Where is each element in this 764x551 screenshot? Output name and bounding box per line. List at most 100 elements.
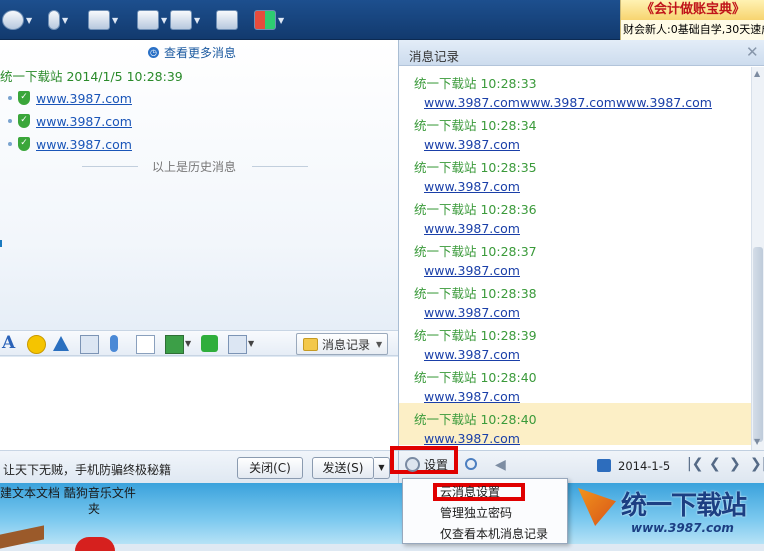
record-link[interactable]: www.3987.comwww.3987.comwww.3987.com	[424, 95, 712, 110]
chevron-down-icon: ▼	[161, 15, 168, 25]
record-item: 统一下载站 10:28:37 www.3987.com	[399, 235, 751, 278]
settings-button[interactable]: 设置	[405, 456, 448, 473]
monitor-icon	[170, 10, 192, 30]
file-button[interactable]: ▼	[88, 8, 118, 32]
record-link[interactable]: www.3987.com	[424, 179, 520, 194]
message-record-label: 消息记录	[322, 337, 371, 352]
chevron-down-icon: ▼	[194, 15, 201, 25]
menu-item-local-records[interactable]: 仅查看本机消息记录	[440, 524, 548, 544]
chevron-down-icon[interactable]: ▼	[185, 339, 191, 348]
history-link[interactable]: www.3987.com	[36, 91, 132, 106]
chevron-down-icon[interactable]: ▼	[248, 339, 254, 348]
view-more-messages-label: 查看更多消息	[164, 45, 237, 60]
record-sender: 统一下载站 10:28:39	[414, 328, 537, 343]
record-item: 统一下载站 10:28:35 www.3987.com	[399, 151, 751, 194]
record-list: 统一下载站 10:28:33 www.3987.comwww.3987.comw…	[399, 67, 751, 450]
screen-icon	[216, 10, 238, 30]
record-sender: 统一下载站 10:28:33	[414, 76, 537, 91]
record-link[interactable]: www.3987.com	[424, 263, 520, 278]
menu-item-manage-password[interactable]: 管理独立密码	[440, 503, 512, 523]
record-item: 统一下载站 10:28:36 www.3987.com	[399, 193, 751, 236]
gift-icon[interactable]	[201, 335, 218, 352]
record-link[interactable]: www.3987.com	[424, 221, 520, 236]
calendar-icon[interactable]	[597, 459, 611, 472]
record-item: 统一下载站 10:28:34 www.3987.com	[399, 109, 751, 152]
desktop-icon[interactable]	[75, 537, 115, 551]
history-separator-label: 以上是历史消息	[152, 160, 237, 174]
screenshot-icon[interactable]	[228, 335, 247, 354]
scroll-up-icon[interactable]: ▲	[754, 69, 760, 78]
apps-button[interactable]: ▼	[254, 8, 284, 32]
record-link[interactable]: www.3987.com	[424, 389, 520, 404]
record-sender: 统一下载站 10:28:36	[414, 202, 537, 217]
last-page-icon[interactable]: ❯|	[750, 456, 764, 472]
record-sender: 统一下载站 10:28:38	[414, 286, 537, 301]
note-icon[interactable]	[136, 335, 155, 354]
chevron-down-icon: ▼	[62, 15, 69, 25]
shield-icon: ✓	[18, 114, 30, 128]
chevron-down-icon: ▼	[278, 15, 285, 25]
prev-page-icon[interactable]: ❮	[709, 456, 721, 472]
scroll-down-icon[interactable]: ▼	[754, 437, 760, 446]
video-icon[interactable]	[80, 335, 99, 354]
font-icon[interactable]: A	[2, 335, 19, 352]
speaker-icon[interactable]: ◀	[495, 458, 509, 472]
watermark-url: www.3987.com	[631, 521, 734, 535]
voice-button[interactable]: ▼	[48, 8, 68, 32]
message-button[interactable]: ▼	[137, 8, 167, 32]
close-button[interactable]: 关闭(C)	[237, 457, 303, 479]
message-input[interactable]	[0, 357, 398, 450]
ad-slogan[interactable]: 让天下无贼，手机防骗终极秘籍	[3, 461, 171, 478]
record-link[interactable]: www.3987.com	[424, 137, 520, 152]
record-sender: 统一下载站 10:28:40	[414, 412, 537, 427]
record-item: 统一下载站 10:28:33 www.3987.comwww.3987.comw…	[399, 67, 751, 110]
close-icon[interactable]: ✕	[746, 43, 759, 61]
menu-item-cloud-settings[interactable]: 云消息设置	[440, 482, 500, 502]
date-label[interactable]: 2014-1-5	[618, 459, 670, 473]
ad-subtitle: 财会新人:0基础自学,30天速成	[623, 23, 764, 36]
history-link[interactable]: www.3987.com	[36, 114, 132, 129]
watermark-title: 统一下载站	[621, 491, 747, 521]
record-sender: 统一下载站 10:28:37	[414, 244, 537, 259]
history-item: ✓ www.3987.com	[8, 134, 132, 154]
search-icon[interactable]	[465, 458, 477, 470]
message-record-button[interactable]: 消息记录 ▼	[296, 333, 388, 355]
history-separator: 以上是历史消息	[82, 158, 308, 174]
scrollbar-thumb[interactable]	[753, 247, 763, 442]
gear-icon	[405, 457, 420, 472]
emoji-icon[interactable]	[27, 335, 46, 354]
history-item: ✓ www.3987.com	[8, 111, 132, 131]
status-button[interactable]: ▼	[2, 8, 32, 32]
voice-message-icon[interactable]	[110, 335, 118, 352]
record-link[interactable]: www.3987.com	[424, 431, 520, 446]
bullet-icon	[8, 119, 12, 123]
next-page-icon[interactable]: ❯	[729, 456, 741, 472]
chevron-down-icon: ▼	[378, 463, 385, 472]
view-more-messages-link[interactable]: ◷ 查看更多消息	[148, 43, 236, 61]
send-button[interactable]: 发送(S)	[312, 457, 374, 479]
record-sender: 统一下载站 10:28:35	[414, 160, 537, 175]
watermark: 统一下载站 www.3987.com	[575, 483, 764, 544]
shake-icon[interactable]	[53, 336, 69, 351]
desktop-icon-labels[interactable]: 建文本文档 酷狗音乐文件	[0, 484, 136, 501]
record-link[interactable]: www.3987.com	[424, 305, 520, 320]
send-options-button[interactable]: ▼	[374, 457, 390, 479]
settings-menu: 云消息设置 管理独立密码 仅查看本机消息记录	[402, 478, 568, 544]
record-link[interactable]: www.3987.com	[424, 347, 520, 362]
share-screen-button[interactable]	[216, 8, 238, 32]
ad-banner[interactable]: 《会计做账宝典》 财会新人:0基础自学,30天速成	[620, 0, 764, 40]
record-item-selected[interactable]: 统一下载站 10:28:40 www.3987.com	[399, 403, 751, 446]
desktop-icon-label-wrap: 夹	[88, 502, 101, 516]
chat-bubble-icon	[303, 337, 318, 351]
record-sender: 统一下载站 10:28:34	[414, 118, 537, 133]
record-scrollbar[interactable]: ▲ ▼	[751, 67, 764, 450]
remote-button[interactable]: ▼	[170, 8, 200, 32]
apps-icon	[254, 10, 276, 30]
clock-icon: ◷	[148, 46, 159, 58]
panel-title: 消息记录	[409, 49, 460, 64]
history-link[interactable]: www.3987.com	[36, 137, 132, 152]
picture-icon[interactable]	[165, 335, 184, 354]
bullet-icon	[8, 142, 12, 146]
first-page-icon[interactable]: |❮	[687, 456, 703, 472]
chevron-down-icon: ▼	[376, 339, 383, 349]
